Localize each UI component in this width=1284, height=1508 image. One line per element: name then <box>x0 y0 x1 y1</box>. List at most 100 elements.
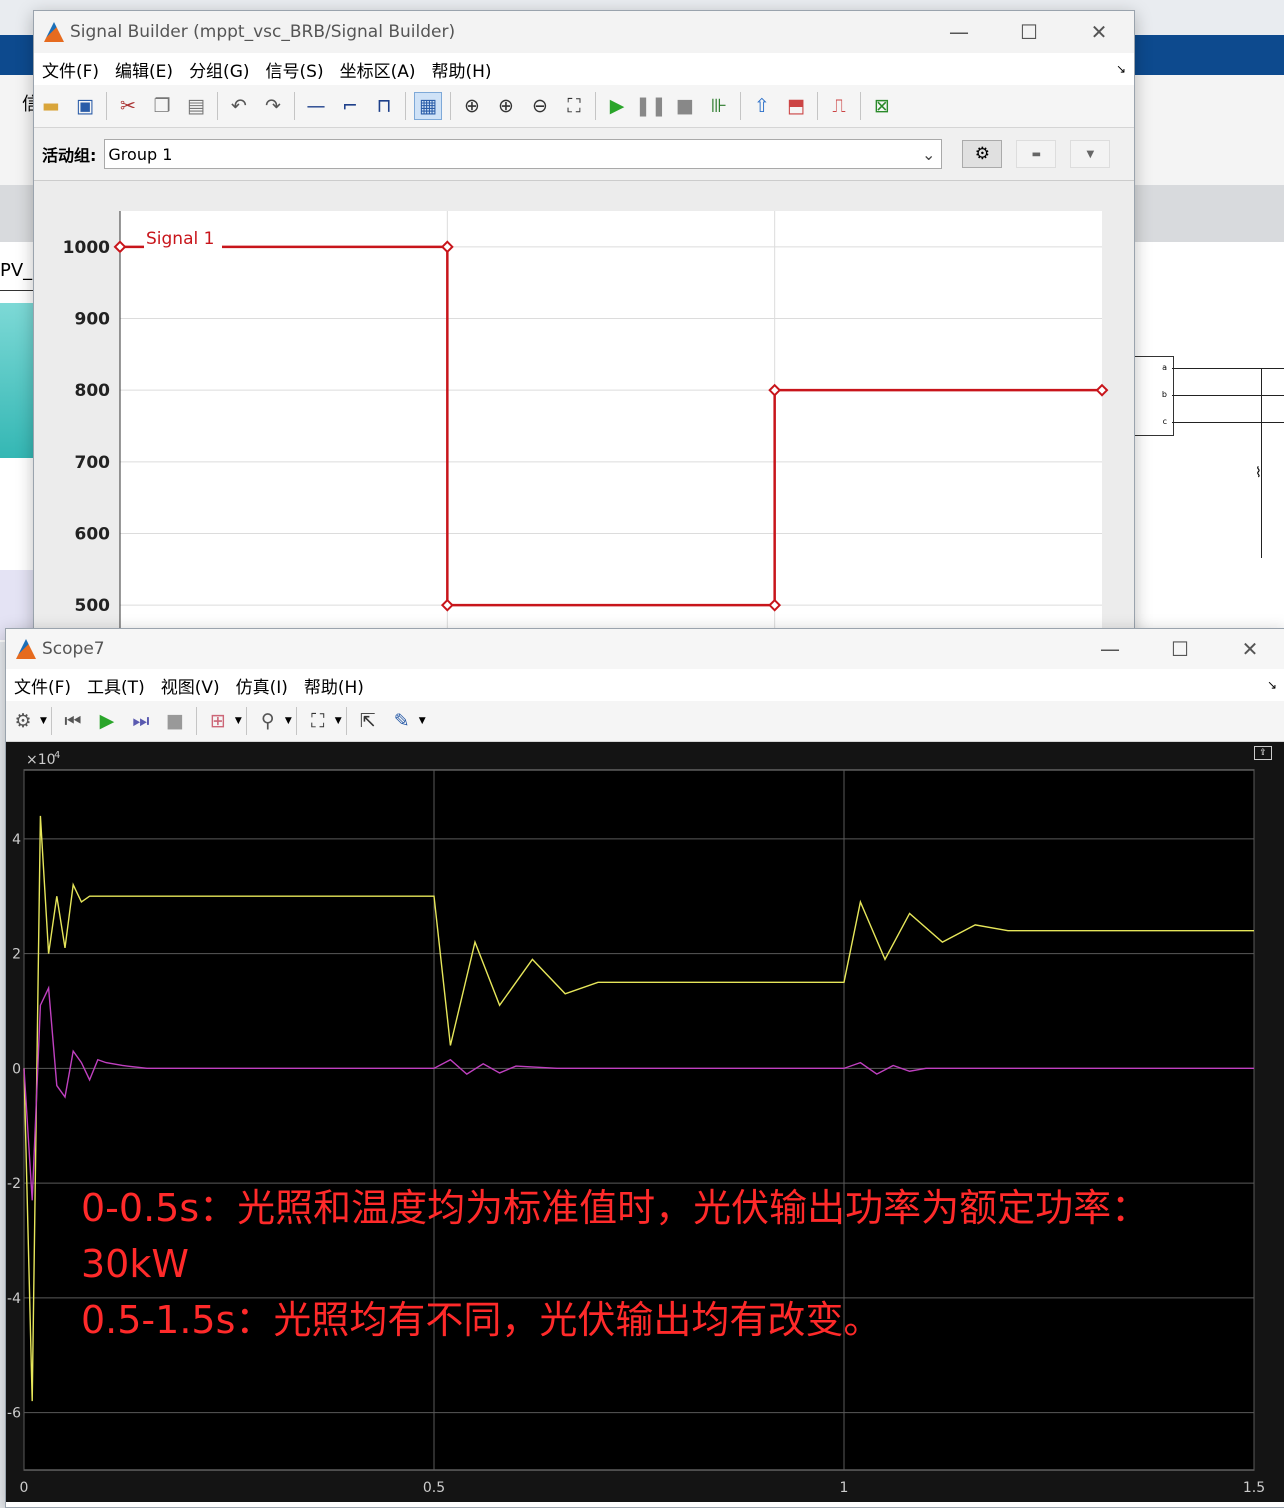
y-tick-label-5: 1000 <box>63 238 110 258</box>
scope-chart[interactable]: 0 0.5 1 1.5-6-4-2024×104 <box>6 742 1284 1502</box>
close-icon[interactable]: ✕ <box>1215 637 1284 661</box>
undo-icon[interactable]: ↶ <box>226 93 252 119</box>
minimize-icon[interactable]: — <box>924 20 994 44</box>
dock-arrow-icon[interactable]: ↘ <box>1116 62 1126 76</box>
trigger-icon[interactable]: ⚲ <box>255 708 281 734</box>
maximize-icon[interactable]: ☐ <box>994 20 1064 44</box>
menu-group[interactable]: 分组(G) <box>189 57 249 82</box>
step-back-icon[interactable]: ⏮ <box>60 708 86 734</box>
resistor-icon: ⌇ <box>1255 465 1262 481</box>
zoom-xy-icon[interactable]: ⊕ <box>459 93 485 119</box>
y-tick-label-0: -6 <box>7 1406 21 1422</box>
exponent-power: 4 <box>54 750 60 761</box>
menu-tools[interactable]: 工具(T) <box>87 673 145 698</box>
y-tick-label-0: 500 <box>75 596 111 616</box>
menu-edit[interactable]: 编辑(E) <box>115 57 173 82</box>
scope-title: Scope7 <box>42 639 105 659</box>
port-b-label: b <box>1161 390 1167 399</box>
annotation-text: 0-0.5s：光照和温度均为标准值时，光伏输出功率为额定功率： 30kW 0.5… <box>81 1180 1149 1348</box>
x-tick-label-3: 1.5 <box>1243 1480 1265 1496</box>
move-down-button[interactable]: ▼ <box>1070 140 1111 168</box>
redo-icon[interactable]: ↷ <box>260 93 286 119</box>
menu-simulation[interactable]: 仿真(I) <box>236 673 288 698</box>
minimize-icon[interactable]: — <box>1075 637 1145 661</box>
y-tick-label-1: -4 <box>7 1291 21 1307</box>
background-line <box>0 290 34 291</box>
grid-icon[interactable]: ▦ <box>414 92 442 120</box>
annotation-line-2: 30kW <box>81 1242 189 1286</box>
cursor-icon[interactable]: ⇱ <box>355 708 381 734</box>
up-icon[interactable]: ⇧ <box>749 93 775 119</box>
run-icon[interactable]: ▶ <box>94 708 120 734</box>
fit-icon[interactable]: ⛶ <box>561 93 587 119</box>
window-title: Signal Builder (mppt_vsc_BRB/Signal Buil… <box>70 22 456 42</box>
start-icon[interactable]: ▶ <box>604 93 630 119</box>
close-icon[interactable]: ✕ <box>1064 20 1134 44</box>
help-icon[interactable]: ⊠ <box>869 93 895 119</box>
y-tick-label-2: 700 <box>75 453 111 473</box>
maximize-icon[interactable]: ☐ <box>1145 637 1215 661</box>
simulink-icon[interactable]: ⊪ <box>706 93 732 119</box>
step-signal-icon[interactable]: ⌐ <box>337 93 363 119</box>
zoom-x-icon[interactable]: ⊕ <box>493 93 519 119</box>
menu-file[interactable]: 文件(F) <box>42 57 99 82</box>
pv-array-block[interactable] <box>0 303 34 458</box>
export-icon[interactable]: ⬒ <box>783 93 809 119</box>
step-forward-icon[interactable]: ⏭ <box>128 708 154 734</box>
open-icon[interactable]: ▬ <box>38 93 64 119</box>
move-up-button[interactable]: ▬ <box>1016 140 1057 168</box>
style-icon[interactable]: ✎ <box>389 708 415 734</box>
menu-axes[interactable]: 坐标区(A) <box>340 57 416 82</box>
active-group-value: Group 1 <box>108 144 173 164</box>
menu-signal[interactable]: 信号(S) <box>266 57 324 82</box>
x-tick-label-2: 1 <box>840 1480 849 1496</box>
menu-help[interactable]: 帮助(H) <box>431 57 491 82</box>
menu-help[interactable]: 帮助(H) <box>304 673 364 698</box>
paste-icon[interactable]: ▤ <box>183 93 209 119</box>
constant-signal-icon[interactable]: — <box>303 93 329 119</box>
pulse-signal-icon[interactable]: ⊓ <box>371 93 397 119</box>
y-tick-label-5: 4 <box>12 832 21 848</box>
copy-icon[interactable]: ❐ <box>149 93 175 119</box>
save-icon[interactable]: ▣ <box>72 93 98 119</box>
plot-area <box>120 211 1102 641</box>
y-tick-label-3: 0 <box>12 1061 21 1077</box>
port-c-label: c <box>1162 417 1167 426</box>
signal-builder-chart[interactable]: 500 600 700 800 900 1000 Signal 1 <box>34 181 1134 641</box>
signal-builder-axes-area: 500 600 700 800 900 1000 Signal 1 <box>34 181 1134 641</box>
three-phase-block[interactable]: a b c <box>1134 356 1174 436</box>
undock-icon[interactable]: ⇪ <box>1254 746 1272 760</box>
stop-icon[interactable]: ■ <box>162 708 188 734</box>
matlab-icon <box>44 22 64 42</box>
zoom-fit-icon[interactable]: ⛶ <box>305 708 331 734</box>
signal-icon[interactable]: ⎍ <box>826 93 852 119</box>
menu-view[interactable]: 视图(V) <box>161 673 220 698</box>
stop-icon[interactable]: ■ <box>672 93 698 119</box>
scope-window: Scope7 — ☐ ✕ 文件(F) 工具(T) 视图(V) 仿真(I) 帮助(… <box>5 628 1284 1508</box>
gear-icon[interactable]: ⚙ <box>962 140 1003 168</box>
x-tick-label-0: 0 <box>20 1480 29 1496</box>
dock-arrow-icon[interactable]: ↘ <box>1267 678 1277 692</box>
settings-icon[interactable]: ⚙ <box>10 708 36 734</box>
highlight-block-icon[interactable]: ⊞ <box>205 708 231 734</box>
x-tick-label-1: 0.5 <box>423 1480 445 1496</box>
pv-block-label: PV_ <box>0 260 33 281</box>
port-a-label: a <box>1162 363 1167 372</box>
y-tick-label-3: 800 <box>75 381 111 401</box>
active-group-dropdown[interactable]: Group 1 ⌄ <box>104 139 943 169</box>
scope-titlebar: Scope7 — ☐ ✕ <box>6 629 1284 669</box>
signal-1-label: Signal 1 <box>146 229 214 249</box>
zoom-out-icon[interactable]: ⊖ <box>527 93 553 119</box>
exponent-label: ×10 <box>26 752 56 768</box>
menu-file[interactable]: 文件(F) <box>14 673 71 698</box>
y-tick-label-4: 2 <box>12 947 21 963</box>
active-group-label: 活动组: <box>42 146 97 165</box>
wire-a <box>1172 368 1284 369</box>
pause-icon[interactable]: ❚❚ <box>635 93 667 119</box>
scope-toolbar: ⚙ ▼ ⏮ ▶ ⏭ ■ ⊞ ▼ ⚲ ▼ ⛶ ▼ ⇱ ✎ ▼ <box>6 701 1284 742</box>
cut-icon[interactable]: ✂ <box>115 93 141 119</box>
scope-display: 0 0.5 1 1.5 -6 -4 -2 0 2 4 ×10 4 ⇪ 0-0.5s：光照和温度均为标准… <box>6 742 1284 1502</box>
signal-builder-window: Signal Builder (mppt_vsc_BRB/Signal Buil… <box>33 10 1135 652</box>
signal-builder-menubar: 文件(F) 编辑(E) 分组(G) 信号(S) 坐标区(A) 帮助(H) ↘ <box>34 53 1134 85</box>
matlab-icon <box>16 639 36 659</box>
